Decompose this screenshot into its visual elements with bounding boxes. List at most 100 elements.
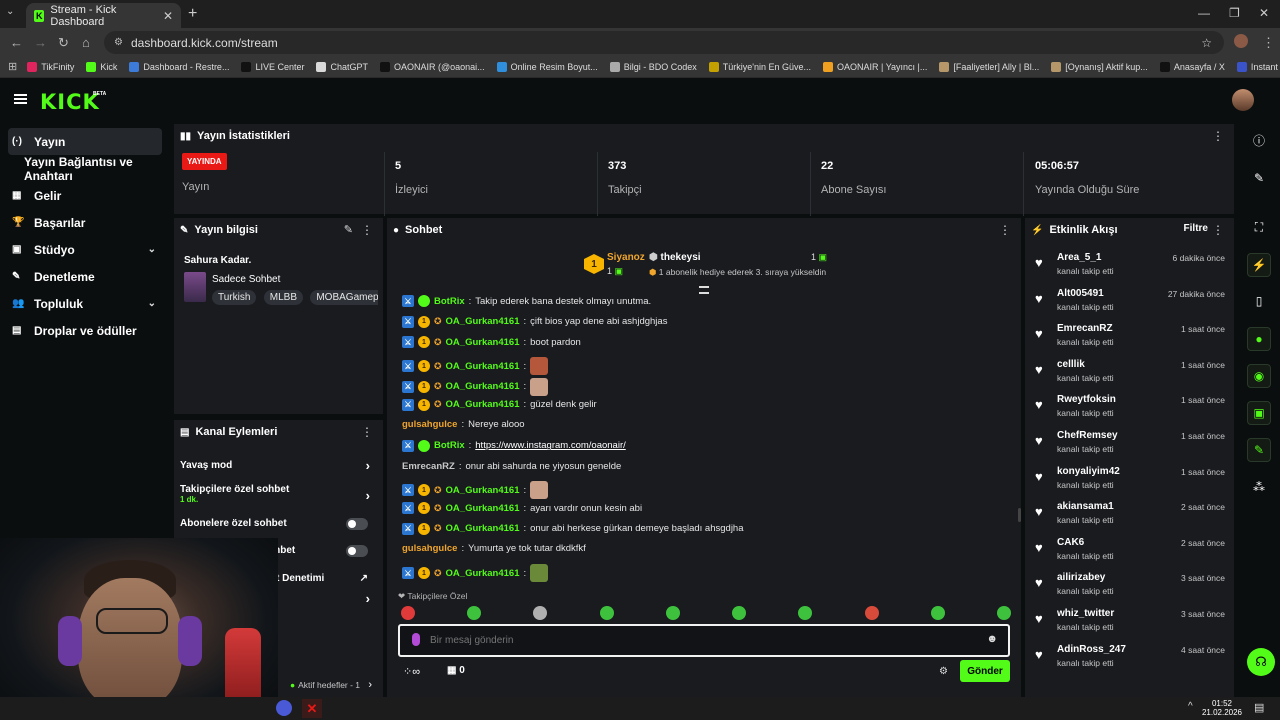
tag-chip[interactable]: Turkish [212, 290, 257, 305]
chat-username[interactable]: EmrecanRZ [402, 461, 455, 472]
chat-username[interactable]: OA_Gurkan4161 [446, 523, 520, 534]
home-icon[interactable]: ⌂ [82, 35, 90, 50]
quick-action-chat-icon[interactable]: ● [1247, 327, 1271, 351]
bookmark-item[interactable]: Dashboard - Restre... [129, 61, 229, 72]
category-name[interactable]: Sadece Sohbet [212, 274, 280, 285]
channel-points-icon[interactable]: ⁘∞ [403, 665, 420, 678]
kick-logo[interactable]: KICK [40, 90, 100, 114]
edit-pencil-icon[interactable]: ✎ [344, 223, 353, 236]
bookmark-item[interactable]: OAONAIR | Yayıncı |... [823, 61, 927, 72]
stats-menu-icon[interactable]: ⋮ [1212, 129, 1224, 143]
bookmark-item[interactable]: ChatGPT [316, 61, 368, 72]
chat-username[interactable]: OA_Gurkan4161 [446, 503, 520, 514]
browser-tab[interactable]: K Stream - Kick Dashboard ✕ [26, 3, 181, 28]
quick-action-lightning-icon[interactable]: ⚡ [1247, 253, 1271, 277]
slow-mode-row[interactable]: Yavaş mod › [180, 458, 376, 473]
kick-points[interactable]: ▦ 0 [447, 665, 465, 676]
edit-icon[interactable]: ✎ [1247, 166, 1271, 190]
event-username[interactable]: Rweytfoksin [1057, 394, 1116, 405]
emote-shortcut-icon[interactable] [732, 606, 747, 620]
taskbar-app-icon[interactable]: ✕ [302, 699, 322, 718]
bookmark-item[interactable]: Bilgi - BDO Codex [609, 61, 697, 72]
event-username[interactable]: Area_5_1 [1057, 252, 1101, 263]
chat-username[interactable]: OA_Gurkan4161 [446, 361, 520, 372]
tag-chip[interactable]: MOBAGamepla [310, 290, 378, 305]
fullscreen-icon[interactable]: ⛶ [1247, 215, 1271, 239]
close-window-icon[interactable]: ✕ [1259, 6, 1269, 20]
activity-menu-icon[interactable]: ⋮ [1212, 223, 1224, 237]
chat-username[interactable]: gulsahgulce [402, 419, 457, 430]
chat-username[interactable]: OA_Gurkan4161 [446, 337, 520, 348]
emote-shortcut-icon[interactable] [930, 606, 945, 620]
bookmark-item[interactable]: Türkiye'nin En Güve... [708, 61, 811, 72]
sidebar-item[interactable]: ▦ Gelir [0, 182, 170, 209]
channel-actions-menu-icon[interactable]: ⋮ [361, 425, 373, 439]
chat-username[interactable]: OA_Gurkan4161 [446, 568, 520, 579]
browser-menu-icon[interactable]: ⋮ [1262, 35, 1275, 51]
subs-chat-toggle[interactable] [346, 517, 368, 530]
chat-text[interactable]: https://www.instagram.com/oaonair/ [475, 440, 625, 451]
support-headset-icon[interactable]: ☊ [1247, 648, 1275, 676]
event-username[interactable]: ailirizabey [1057, 572, 1105, 583]
hamburger-menu-icon[interactable] [14, 94, 27, 104]
event-username[interactable]: whiz_twitter [1057, 608, 1114, 619]
quick-action-broadcast-icon[interactable]: ◉ [1247, 364, 1271, 388]
chat-username[interactable]: OA_Gurkan4161 [446, 399, 520, 410]
gifter-name[interactable]: thekeysi [661, 252, 701, 263]
event-username[interactable]: konyaliyim42 [1057, 466, 1120, 477]
forward-icon[interactable]: → [34, 35, 47, 50]
document-icon[interactable]: ▯ [1247, 289, 1271, 313]
chat-settings-icon[interactable]: ⚙ [939, 666, 948, 677]
restore-icon[interactable]: ❐ [1229, 6, 1240, 20]
sidebar-item[interactable]: ▤ Droplar ve ödüller [0, 317, 170, 344]
tray-chevron-icon[interactable]: ^ [1188, 701, 1193, 712]
emote-shortcut-icon[interactable] [665, 606, 680, 620]
bookmark-item[interactable]: Instant Background... [1236, 61, 1280, 72]
chat-input-box[interactable]: ☻ [398, 624, 1010, 657]
bookmark-item[interactable]: Kick [86, 61, 117, 72]
expand-leaderboard-icon[interactable] [699, 286, 709, 294]
chat-menu-icon[interactable]: ⋮ [999, 223, 1011, 237]
event-username[interactable]: celllik [1057, 359, 1085, 370]
site-info-icon[interactable]: ⚙ [114, 37, 123, 48]
bookmark-star-icon[interactable]: ☆ [1201, 36, 1212, 50]
send-button[interactable]: Gönder [960, 660, 1010, 682]
stream-info-menu-icon[interactable]: ⋮ [361, 223, 373, 237]
taskbar-clock[interactable]: 01:52 21.02.2026 [1200, 699, 1244, 717]
sidebar-item[interactable]: ✎ Denetleme [0, 263, 170, 290]
microphone-icon[interactable] [412, 633, 420, 646]
tag-chip[interactable]: MLBB [263, 290, 303, 305]
filter-button[interactable]: Filtre [1184, 223, 1208, 234]
back-icon[interactable]: ← [10, 35, 23, 50]
sidebar-item[interactable]: Yayın Bağlantısı ve Anahtarı [0, 155, 170, 183]
event-username[interactable]: AdinRoss_247 [1057, 644, 1126, 655]
chat-username[interactable]: OA_Gurkan4161 [446, 485, 520, 496]
bookmark-item[interactable]: LIVE Center [241, 61, 304, 72]
emote-shortcut-icon[interactable] [798, 606, 813, 620]
event-username[interactable]: akiansama1 [1057, 501, 1114, 512]
chat-scrollbar[interactable] [1018, 508, 1021, 522]
url-bar[interactable]: ⚙ dashboard.kick.com/stream ☆ [104, 31, 1224, 54]
followers-chat-row[interactable]: Takipçilere özel sohbet 1 dk. › [180, 484, 376, 504]
sidebar-item[interactable]: (·) Yayın [8, 128, 162, 155]
reload-icon[interactable]: ↻ [58, 35, 69, 51]
emote-shortcut-icon[interactable] [467, 606, 482, 620]
chat-message-input[interactable] [430, 631, 970, 649]
chat-username[interactable]: OA_Gurkan4161 [446, 381, 520, 392]
event-username[interactable]: EmrecanRZ [1057, 323, 1113, 334]
bookmark-item[interactable]: TikFinity [27, 61, 74, 72]
emoji-picker-icon[interactable]: ☻ [986, 633, 998, 645]
quick-action-ban-icon[interactable]: ▣ [1247, 401, 1271, 425]
new-tab-icon[interactable]: + [188, 5, 197, 23]
event-username[interactable]: ChefRemsey [1057, 430, 1118, 441]
apps-grid-icon[interactable]: ⊞ [8, 60, 17, 73]
emote-shortcut-icon[interactable] [599, 606, 614, 620]
tab-search-icon[interactable]: ⌄ [6, 6, 14, 17]
top-gifter-name[interactable]: Siyanoz [607, 252, 645, 263]
bookmark-item[interactable]: Online Resim Boyut... [496, 61, 598, 72]
bookmark-item[interactable]: [Oynanış] Aktif kup... [1051, 61, 1148, 72]
emote-chat-toggle[interactable] [346, 544, 368, 557]
event-username[interactable]: CAK6 [1057, 537, 1084, 548]
chat-username[interactable]: BotRix [434, 296, 465, 307]
minimize-icon[interactable]: — [1198, 6, 1210, 20]
